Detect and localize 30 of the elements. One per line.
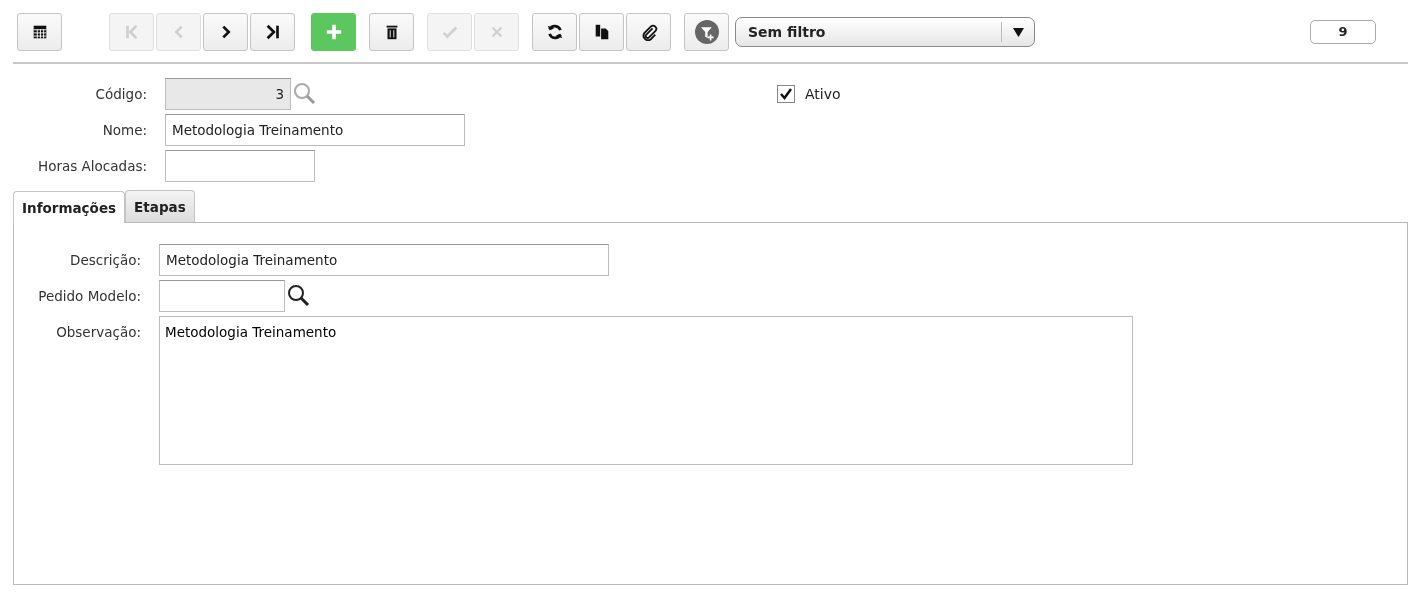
- grid-button[interactable]: [17, 13, 62, 51]
- text-area[interactable]: Metodologia Treinamento: [159, 316, 1133, 466]
- checkbox[interactable]: [777, 85, 795, 103]
- field-label: Pedido Modelo:: [37, 287, 141, 307]
- copy-button[interactable]: [579, 13, 624, 51]
- tab[interactable]: Informações: [13, 191, 126, 224]
- input-field[interactable]: [165, 150, 315, 182]
- tab[interactable]: Etapas: [125, 190, 195, 223]
- input-field[interactable]: [159, 280, 285, 313]
- filter-icon: [694, 20, 719, 44]
- next-button[interactable]: [203, 13, 248, 51]
- checkbox-label: Ativo: [805, 84, 841, 104]
- field-label: Nome:: [101, 120, 147, 140]
- filter-button[interactable]: [684, 13, 729, 51]
- refresh-button[interactable]: [532, 13, 577, 51]
- plus-icon: [324, 23, 343, 41]
- attach-button[interactable]: [626, 13, 671, 51]
- field-label: Observação:: [55, 323, 141, 343]
- filter-dropdown[interactable]: Sem filtro: [735, 17, 1035, 47]
- refresh-icon: [545, 23, 564, 41]
- last-button[interactable]: [250, 13, 295, 51]
- field-label: Horas Alocadas:: [37, 156, 147, 176]
- caret-icon: [1012, 27, 1024, 37]
- input-field[interactable]: Metodologia Treinamento: [165, 114, 465, 146]
- search-icon[interactable]: [287, 284, 311, 309]
- field-label: Descrição:: [69, 251, 141, 271]
- field-label: Código:: [94, 84, 147, 104]
- delete-button[interactable]: [369, 13, 414, 51]
- input-field[interactable]: Metodologia Treinamento: [159, 244, 609, 277]
- record-count: 9: [1310, 20, 1376, 44]
